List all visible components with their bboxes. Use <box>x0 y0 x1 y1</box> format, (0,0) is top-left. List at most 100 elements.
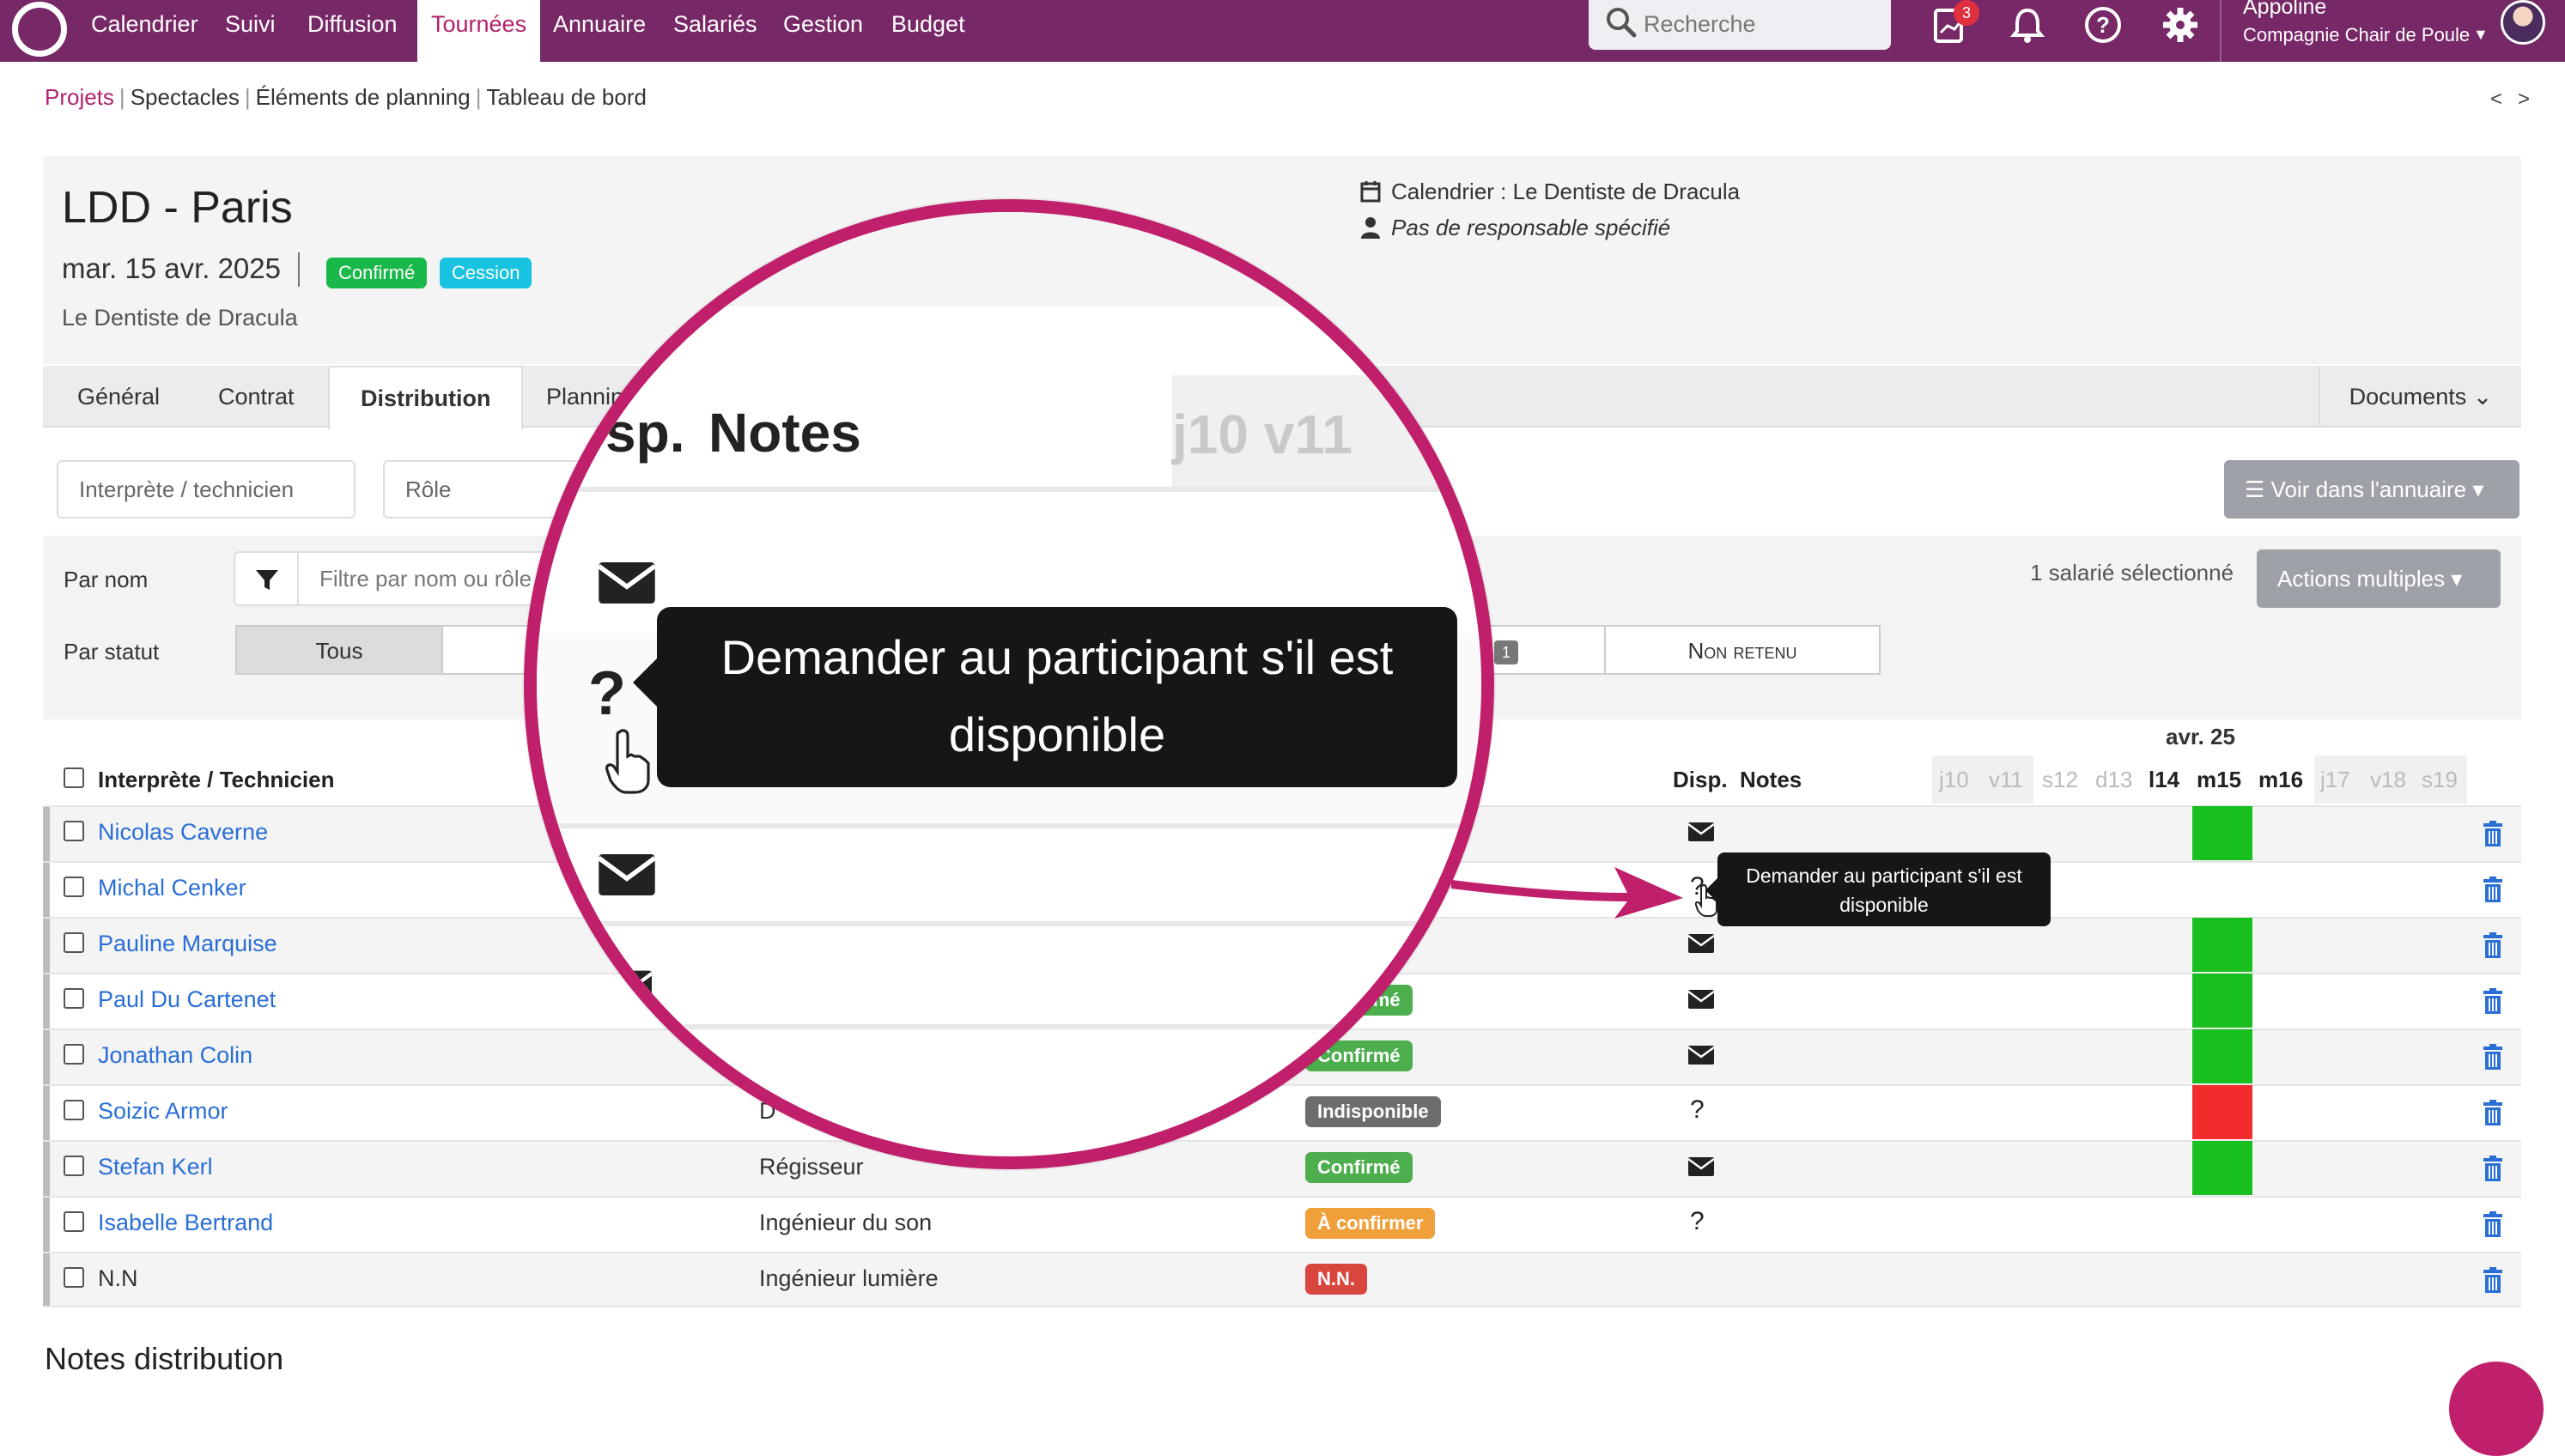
nav-salaries[interactable]: Salariés <box>673 0 757 62</box>
status-filter-tous[interactable]: Tous <box>235 625 443 675</box>
availability-cell[interactable] <box>2192 1029 2252 1083</box>
mag-mail-icon <box>609 970 652 1003</box>
bell-icon[interactable] <box>2006 3 2049 46</box>
breadcrumb-elements[interactable]: Éléments de planning <box>256 84 471 110</box>
participant-name-link[interactable]: Paul Du Cartenet <box>98 986 276 1013</box>
mail-icon[interactable] <box>1688 934 1714 953</box>
row-checkbox[interactable] <box>64 1100 84 1120</box>
gear-icon[interactable] <box>2159 3 2202 46</box>
nav-suivi[interactable]: Suivi <box>225 0 276 62</box>
mag-question-icon: ? <box>588 659 626 728</box>
mail-icon[interactable] <box>1688 1157 1714 1176</box>
row-checkbox[interactable] <box>64 821 84 841</box>
mag-mail-icon <box>597 562 657 604</box>
nav-gestion[interactable]: Gestion <box>783 0 863 62</box>
trash-icon[interactable] <box>2483 1044 2503 1070</box>
project-date: mar. 15 avr. 2025 <box>62 252 281 284</box>
trash-icon[interactable] <box>2483 932 2503 958</box>
user-name[interactable]: Appoline <box>2243 0 2326 20</box>
trash-icon[interactable] <box>2483 1211 2503 1237</box>
participant-name-link[interactable]: Stefan Kerl <box>98 1154 213 1180</box>
nav-calendrier[interactable]: Calendrier <box>91 0 198 62</box>
row-checkbox[interactable] <box>64 988 84 1009</box>
voir-annuaire-button[interactable]: ☰ Voir dans l'annuaire ▾ <box>2224 460 2519 519</box>
breadcrumb: Projets | Spectacles | Éléments de planning |… <box>45 84 647 110</box>
documents-label: Documents <box>2349 384 2467 410</box>
availability-cell[interactable] <box>2192 806 2252 860</box>
avatar[interactable] <box>2501 0 2545 45</box>
participant-name-link[interactable]: N.N <box>98 1265 138 1292</box>
availability-cell[interactable] <box>2192 1141 2252 1195</box>
search-input[interactable]: Recherche <box>1589 0 1891 50</box>
interprete-input[interactable]: Interprète / technicien <box>57 460 356 519</box>
participant-name-link[interactable]: Isabelle Bertrand <box>98 1210 273 1236</box>
tab-contrat[interactable]: Contrat <box>187 366 325 428</box>
user-menu-caret-icon[interactable]: ▼ <box>2473 26 2489 44</box>
breadcrumb-tableau[interactable]: Tableau de bord <box>486 84 646 110</box>
participant-name-link[interactable]: Nicolas Caverne <box>98 819 268 846</box>
availability-question-icon[interactable]: ? <box>1690 1207 1705 1236</box>
documents-dropdown[interactable]: Documents ⌄ <box>2319 366 2521 428</box>
participant-status-badge[interactable]: À confirmer <box>1305 1208 1436 1239</box>
mag-mail-icon <box>597 854 657 895</box>
month-label: avr. 25 <box>2166 724 2235 749</box>
mail-icon[interactable] <box>1688 1046 1714 1065</box>
trash-icon[interactable] <box>2483 1100 2503 1125</box>
status-badge-cession: Cession <box>440 258 532 288</box>
select-all-checkbox[interactable] <box>64 767 84 788</box>
row-checkbox[interactable] <box>64 877 84 897</box>
row-checkbox[interactable] <box>64 1044 84 1065</box>
col-header-name[interactable]: Interprète / Technicien <box>98 767 334 793</box>
trash-icon[interactable] <box>2483 988 2503 1014</box>
participant-status-badge[interactable]: Confirmé <box>1305 1152 1413 1183</box>
availability-cell[interactable] <box>2192 1085 2252 1139</box>
help-icon[interactable]: ? <box>2082 3 2124 46</box>
project-calendar: Calendrier : Le Dentiste de Dracula <box>1391 179 1741 204</box>
trash-icon[interactable] <box>2483 1156 2503 1181</box>
row-checkbox[interactable] <box>64 932 84 953</box>
availability-cell[interactable] <box>2192 918 2252 972</box>
date-divider <box>298 252 300 287</box>
participant-status-badge[interactable]: N.N. <box>1305 1264 1367 1295</box>
app-logo-icon[interactable] <box>12 2 67 57</box>
tab-distribution[interactable]: Distribution <box>328 366 524 429</box>
participant-role: Régisseur <box>759 1154 864 1180</box>
tab-general[interactable]: Général <box>46 366 191 428</box>
mail-icon[interactable] <box>1688 822 1714 841</box>
floating-action-button[interactable] <box>2449 1362 2544 1456</box>
actions-multiples-button[interactable]: Actions multiples ▾ <box>2257 549 2501 608</box>
day-header: v18 <box>2370 767 2406 792</box>
mail-icon[interactable] <box>1688 990 1714 1009</box>
participant-name-link[interactable]: Pauline Marquise <box>98 931 277 957</box>
participant-name-link[interactable]: Jonathan Colin <box>98 1042 252 1069</box>
nav-tournees[interactable]: Tournées <box>417 0 541 62</box>
nav-diffusion[interactable]: Diffusion <box>307 0 398 62</box>
availability-cell[interactable] <box>2192 974 2252 1028</box>
row-checkbox[interactable] <box>64 1267 84 1288</box>
nav-annuaire[interactable]: Annuaire <box>553 0 646 62</box>
participant-name-link[interactable]: Soizic Armor <box>98 1098 228 1125</box>
day-header: m16 <box>2258 767 2304 792</box>
status-filter-non-retenu[interactable]: Non retenu <box>1604 625 1881 675</box>
nav-divider <box>2220 0 2222 62</box>
project-subtitle: Le Dentiste de Dracula <box>62 305 298 331</box>
filter-toggle-button[interactable] <box>234 551 299 606</box>
row-checkbox[interactable] <box>64 1211 84 1232</box>
row-checkbox[interactable] <box>64 1156 84 1176</box>
participant-role: Ingénieur du son <box>759 1210 933 1235</box>
trash-icon[interactable] <box>2483 821 2503 846</box>
actions-multiples-label: Actions multiples <box>2277 566 2446 592</box>
day-header: s19 <box>2422 767 2458 792</box>
mag-col-disp: sp. <box>605 402 685 464</box>
pager-arrows[interactable]: <> <box>2490 88 2545 112</box>
nav-budget[interactable]: Budget <box>891 0 965 62</box>
selected-count: 1 salarié sélectionné <box>2030 560 2234 585</box>
trash-icon[interactable] <box>2483 1267 2503 1293</box>
par-nom-label: Par nom <box>64 567 149 592</box>
availability-question-icon[interactable]: ? <box>1690 1095 1705 1125</box>
breadcrumb-projets[interactable]: Projets <box>45 84 114 110</box>
company-name[interactable]: Compagnie Chair de Poule <box>2243 24 2470 46</box>
trash-icon[interactable] <box>2483 877 2503 902</box>
breadcrumb-spectacles[interactable]: Spectacles <box>131 84 240 110</box>
participant-name-link[interactable]: Michal Cenker <box>98 875 246 901</box>
